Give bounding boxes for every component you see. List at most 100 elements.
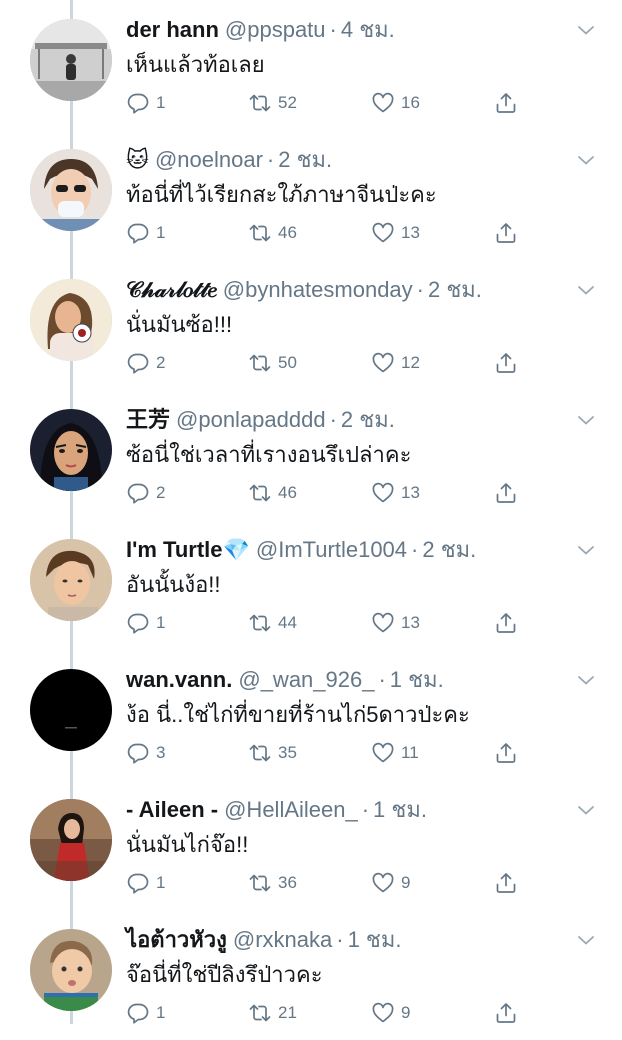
retweet-count: 46 xyxy=(278,483,297,502)
tweet[interactable]: der hann @ppspatu · 4 ชม. เห็นแล้วท้อเลย 1 … xyxy=(0,0,622,130)
retweet-button[interactable]: 50 xyxy=(248,350,297,376)
reply-icon xyxy=(127,743,149,764)
like-count: 11 xyxy=(401,743,419,762)
user-handle[interactable]: @rxknaka xyxy=(233,927,332,952)
timestamp[interactable]: 1 ชม. xyxy=(348,927,402,952)
tweet-text: ง้อ นี่..ใช่ไก่ที่ขายที่ร้านไก่5ดาวป่ะคะ xyxy=(126,702,470,727)
like-button[interactable]: 13 xyxy=(371,610,420,636)
display-name[interactable]: - Aileen - xyxy=(126,797,218,822)
like-button[interactable]: 11 xyxy=(371,740,419,766)
like-button[interactable]: 16 xyxy=(371,90,420,116)
retweet-button[interactable]: 21 xyxy=(248,1000,297,1026)
chevron-down-icon[interactable] xyxy=(574,278,598,302)
reply-count: 1 xyxy=(156,223,166,242)
retweet-button[interactable]: 46 xyxy=(248,220,297,246)
user-handle[interactable]: @_wan_926_ xyxy=(238,667,374,692)
share-button[interactable] xyxy=(494,90,524,116)
avatar[interactable] xyxy=(30,539,112,621)
avatar[interactable] xyxy=(30,409,112,491)
tweet-header: 王芳 @ponlapadddd · 2 ชม. xyxy=(126,406,395,434)
retweet-icon xyxy=(249,94,271,112)
tweet[interactable]: I'm Turtle💎 @ImTurtle1004 · 2 ชม. อันนั้นง้… xyxy=(0,520,622,650)
tweet[interactable]: 🐱 @noelnoar · 2 ชม. ท้อนี่ที่ไว้เรียกสะใภ้ภ… xyxy=(0,130,622,260)
share-button[interactable] xyxy=(494,1000,524,1026)
reply-button[interactable]: 1 xyxy=(126,870,165,896)
timestamp[interactable]: 4 ชม. xyxy=(341,17,395,42)
chevron-down-icon[interactable] xyxy=(574,668,598,692)
avatar[interactable] xyxy=(30,149,112,231)
user-handle[interactable]: @ppspatu xyxy=(225,17,326,42)
like-icon xyxy=(372,1002,394,1023)
display-name[interactable]: wan.vann. xyxy=(126,667,232,692)
like-icon xyxy=(372,872,394,893)
user-handle[interactable]: @HellAileen_ xyxy=(224,797,358,822)
avatar[interactable] xyxy=(30,799,112,881)
separator-dot: · xyxy=(266,147,275,172)
reply-button[interactable]: 2 xyxy=(126,350,165,376)
tweet[interactable]: wan.vann. @_wan_926_ · 1 ชม. ง้อ นี่..ใช่ไก… xyxy=(0,650,622,780)
reply-button[interactable]: 1 xyxy=(126,220,165,246)
like-button[interactable]: 13 xyxy=(371,480,420,506)
share-button[interactable] xyxy=(494,350,524,376)
timestamp[interactable]: 1 ชม. xyxy=(373,797,427,822)
user-handle[interactable]: @ImTurtle1004 xyxy=(256,537,407,562)
reply-button[interactable]: 1 xyxy=(126,1000,165,1026)
chevron-down-icon[interactable] xyxy=(574,148,598,172)
chevron-down-icon[interactable] xyxy=(574,18,598,42)
retweet-button[interactable]: 52 xyxy=(248,90,297,116)
like-button[interactable]: 9 xyxy=(371,870,410,896)
reply-button[interactable]: 1 xyxy=(126,90,165,116)
timestamp[interactable]: 2 ชม. xyxy=(428,277,482,302)
like-icon xyxy=(372,92,394,113)
reply-button[interactable]: 2 xyxy=(126,480,165,506)
share-button[interactable] xyxy=(494,220,524,246)
tweet[interactable]: 王芳 @ponlapadddd · 2 ชม. ซ้อนี่ใช่เวลาที่เรา… xyxy=(0,390,622,520)
tweet[interactable]: ไอต้าวหัวงู @rxknaka · 1 ชม. จ๊อนี่ที่ใช่ปี… xyxy=(0,910,622,1040)
chevron-down-icon[interactable] xyxy=(574,538,598,562)
tweet[interactable]: - Aileen - @HellAileen_ · 1 ชม. นั่นมันไก่จ… xyxy=(0,780,622,910)
avatar[interactable] xyxy=(30,279,112,361)
share-button[interactable] xyxy=(494,870,524,896)
like-button[interactable]: 12 xyxy=(371,350,420,376)
retweet-button[interactable]: 36 xyxy=(248,870,297,896)
avatar[interactable] xyxy=(30,929,112,1011)
reply-button[interactable]: 1 xyxy=(126,610,165,636)
share-button[interactable] xyxy=(494,610,524,636)
like-button[interactable]: 9 xyxy=(371,1000,410,1026)
tweet-text: ท้อนี่ที่ไว้เรียกสะใภ้ภาษาจีนป่ะคะ xyxy=(126,182,437,207)
retweet-icon xyxy=(249,1004,271,1022)
separator-dot: · xyxy=(361,797,370,822)
tweet-text: นั่นมันซ้อ!!! xyxy=(126,312,233,337)
retweet-button[interactable]: 35 xyxy=(248,740,297,766)
user-handle[interactable]: @ponlapadddd xyxy=(176,407,326,432)
share-button[interactable] xyxy=(494,480,524,506)
reply-button[interactable]: 3 xyxy=(126,740,165,766)
display-name[interactable]: 王芳 xyxy=(126,407,170,432)
avatar[interactable] xyxy=(30,669,112,751)
timestamp[interactable]: 2 ชม. xyxy=(341,407,395,432)
avatar[interactable] xyxy=(30,19,112,101)
timestamp[interactable]: 2 ชม. xyxy=(278,147,332,172)
tweet-text: จ๊อนี่ที่ใช่ปีลิงรึป่าวคะ xyxy=(126,962,323,987)
display-name[interactable]: 𝒞𝒽𝒶𝓇𝓁𝑜𝓉𝓉𝑒 xyxy=(126,277,217,302)
display-name[interactable]: I'm Turtle💎 xyxy=(126,537,250,562)
user-handle[interactable]: @bynhatesmonday xyxy=(223,277,413,302)
retweet-button[interactable]: 46 xyxy=(248,480,297,506)
timestamp[interactable]: 2 ชม. xyxy=(422,537,476,562)
retweet-count: 36 xyxy=(278,873,297,892)
display-name[interactable]: 🐱 xyxy=(126,147,149,172)
share-button[interactable] xyxy=(494,740,524,766)
user-handle[interactable]: @noelnoar xyxy=(155,147,263,172)
chevron-down-icon[interactable] xyxy=(574,798,598,822)
like-button[interactable]: 13 xyxy=(371,220,420,246)
chevron-down-icon[interactable] xyxy=(574,408,598,432)
timestamp[interactable]: 1 ชม. xyxy=(390,667,444,692)
tweet-text: อันนั้นง้อ!! xyxy=(126,572,221,597)
separator-dot: · xyxy=(336,927,344,952)
display-name[interactable]: ไอต้าวหัวงู xyxy=(126,927,227,952)
reply-icon xyxy=(127,93,149,114)
retweet-button[interactable]: 44 xyxy=(248,610,297,636)
display-name[interactable]: der hann xyxy=(126,17,219,42)
chevron-down-icon[interactable] xyxy=(574,928,598,952)
tweet[interactable]: 𝒞𝒽𝒶𝓇𝓁𝑜𝓉𝓉𝑒 @bynhatesmonday · 2 ชม. นั่นมันซ้… xyxy=(0,260,622,390)
